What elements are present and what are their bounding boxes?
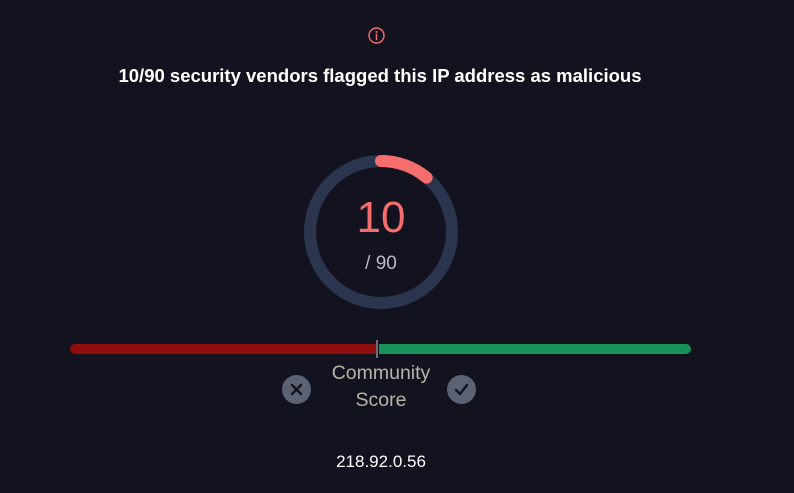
community-score-negative-segment (70, 344, 377, 354)
detection-headline: 10/90 security vendors flagged this IP a… (118, 65, 642, 86)
vote-harmless-button[interactable] (447, 375, 476, 404)
community-score-positive-segment (379, 344, 691, 354)
close-icon (290, 383, 303, 396)
community-score-label: Community Score (331, 362, 431, 411)
malicious-count: 10 (356, 193, 406, 242)
community-score-bar (70, 340, 691, 358)
vendor-total: / 90 (365, 253, 397, 274)
check-icon (454, 383, 469, 396)
community-score-marker (376, 340, 378, 358)
vote-malicious-button[interactable] (282, 375, 311, 404)
ip-address: 218.92.0.56 (336, 452, 426, 471)
detection-summary-panel: 10/90 security vendors flagged this IP a… (0, 0, 794, 493)
info-icon[interactable] (367, 26, 386, 45)
